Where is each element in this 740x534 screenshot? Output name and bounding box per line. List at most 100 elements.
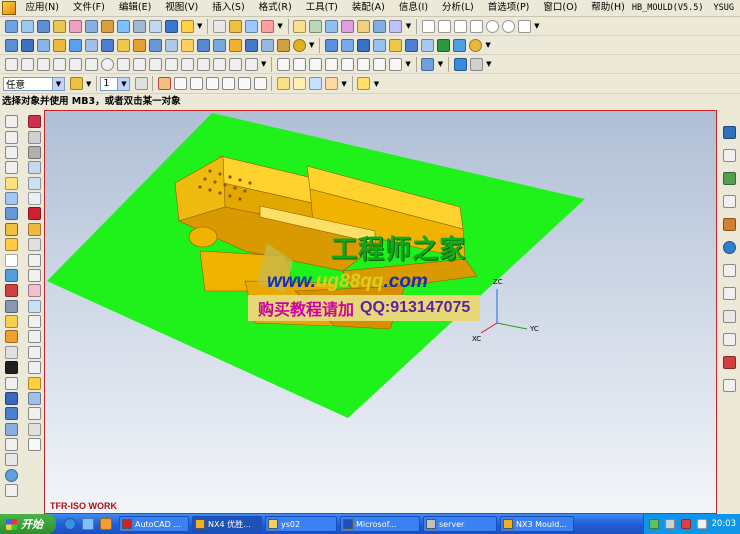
reuse-library-icon[interactable] xyxy=(723,172,736,185)
fillet-curve-icon[interactable] xyxy=(116,57,130,71)
section-icon[interactable] xyxy=(309,19,323,33)
rectangle-icon[interactable] xyxy=(84,57,98,71)
trim-curve-icon[interactable] xyxy=(148,57,162,71)
bridge-icon[interactable] xyxy=(373,19,387,33)
task-server[interactable]: server xyxy=(423,516,497,532)
lighting-icon[interactable] xyxy=(27,376,41,390)
bounded-plane-icon[interactable] xyxy=(68,19,82,33)
sphere-icon[interactable] xyxy=(292,38,306,52)
arc-icon[interactable] xyxy=(437,19,451,33)
rotate-icon[interactable] xyxy=(5,161,18,175)
plus-icon[interactable] xyxy=(517,19,531,33)
hd3d-icon[interactable] xyxy=(723,195,736,208)
system-scenes-icon[interactable] xyxy=(723,333,736,346)
law-curve-icon[interactable] xyxy=(212,57,226,71)
select-edge-icon[interactable] xyxy=(5,222,18,236)
ruled-icon[interactable] xyxy=(148,19,162,33)
update-icon[interactable] xyxy=(468,38,482,52)
ellipse-icon[interactable] xyxy=(100,57,114,71)
csys-icon[interactable] xyxy=(260,19,274,33)
chevron-down-icon[interactable]: ▼ xyxy=(309,41,314,49)
cylinder-icon[interactable] xyxy=(340,38,354,52)
globe-icon[interactable] xyxy=(5,468,18,482)
csys-constructor-icon[interactable] xyxy=(324,77,338,90)
menu-tools[interactable]: 工具(T) xyxy=(299,0,345,16)
subtract-icon[interactable] xyxy=(228,38,242,52)
hidden-edge-icon[interactable] xyxy=(27,284,41,298)
robot-icon[interactable] xyxy=(5,376,18,390)
shaded-icon[interactable] xyxy=(27,145,41,159)
text-icon[interactable] xyxy=(196,57,210,71)
snap-tangent-icon[interactable] xyxy=(388,57,402,71)
snap-existing-icon[interactable] xyxy=(356,57,370,71)
volume-icon[interactable] xyxy=(665,519,675,529)
zoom-icon[interactable] xyxy=(5,130,18,144)
extract-icon[interactable] xyxy=(293,19,307,33)
translucent-icon[interactable] xyxy=(27,299,41,313)
studio-icon[interactable] xyxy=(27,161,41,175)
surface-tool-icon[interactable] xyxy=(20,19,34,33)
point-constructor-icon[interactable] xyxy=(276,77,290,90)
red-cube-icon[interactable] xyxy=(27,207,41,221)
menu-analysis[interactable]: 分析(L) xyxy=(435,0,481,16)
intersection-icon[interactable] xyxy=(341,19,355,33)
curve-length-icon[interactable] xyxy=(228,57,242,71)
datum-axis-icon[interactable] xyxy=(244,19,258,33)
pan-icon[interactable] xyxy=(5,145,18,159)
work-layer-select[interactable]: 1 ▼ xyxy=(100,76,131,91)
combine-icon[interactable] xyxy=(357,19,371,33)
face-tool-icon[interactable] xyxy=(52,19,66,33)
pad-icon[interactable] xyxy=(84,38,98,52)
analysis-icon[interactable] xyxy=(5,268,18,282)
ime-icon[interactable] xyxy=(697,519,707,529)
menu-view[interactable]: 视图(V) xyxy=(158,0,205,16)
edge-color-icon[interactable] xyxy=(27,422,41,436)
restore-icon[interactable] xyxy=(27,361,41,375)
app-name[interactable]: HB_MOULD(V5.5) xyxy=(632,3,704,13)
block-icon[interactable] xyxy=(324,38,338,52)
snap-intersection-icon[interactable] xyxy=(340,57,354,71)
save-wcs-icon[interactable] xyxy=(237,77,251,90)
chevron-down-icon[interactable]: ▼ xyxy=(277,22,282,30)
select-filter-icon[interactable] xyxy=(69,77,83,90)
start-button[interactable]: 开始 xyxy=(0,514,56,534)
sew-icon[interactable] xyxy=(132,19,146,33)
sheet-tool-icon[interactable] xyxy=(36,19,50,33)
view-cube-icon[interactable] xyxy=(5,207,18,221)
pointer-icon[interactable] xyxy=(5,115,18,129)
menu-assemblies[interactable]: 装配(A) xyxy=(345,0,392,16)
layer-settings-icon[interactable] xyxy=(134,77,148,90)
hole-icon[interactable] xyxy=(36,38,50,52)
menu-application[interactable]: 应用(N) xyxy=(18,0,66,16)
arc-tool-icon[interactable] xyxy=(52,57,66,71)
menu-insert[interactable]: 插入(S) xyxy=(205,0,251,16)
snap-center-icon[interactable] xyxy=(308,57,322,71)
cooling-icon[interactable] xyxy=(5,422,18,436)
camera-icon[interactable] xyxy=(5,361,18,375)
snap-midpoint-icon[interactable] xyxy=(292,57,306,71)
sketch-icon[interactable] xyxy=(4,57,18,71)
mold-wizard-icon[interactable] xyxy=(5,391,18,405)
pocket-icon[interactable] xyxy=(68,38,82,52)
render-style-icon[interactable] xyxy=(453,57,467,71)
chamfer-curve-icon[interactable] xyxy=(132,57,146,71)
menu-information[interactable]: 信息(I) xyxy=(392,0,435,16)
task-nx4[interactable]: NX4 优胜... xyxy=(192,516,262,532)
unite-icon[interactable] xyxy=(212,38,226,52)
show-icon[interactable] xyxy=(5,315,18,329)
display-wcs-icon[interactable] xyxy=(253,77,267,90)
history-icon[interactable] xyxy=(723,241,736,254)
task-ys02[interactable]: ys02 xyxy=(265,516,337,532)
circle-icon[interactable] xyxy=(485,19,499,33)
chevron-down-icon[interactable]: ▼ xyxy=(197,22,202,30)
edit-feature-icon[interactable] xyxy=(436,38,450,52)
mirror-icon[interactable] xyxy=(196,38,210,52)
boss-icon[interactable] xyxy=(52,38,66,52)
chevron-down-icon[interactable]: ▼ xyxy=(261,60,266,68)
chevron-down-icon[interactable]: ▼ xyxy=(86,80,91,88)
pattern-icon[interactable] xyxy=(180,38,194,52)
chevron-down-icon[interactable]: ▼ xyxy=(485,41,490,49)
network-icon[interactable] xyxy=(649,519,659,529)
offset-curve-icon[interactable] xyxy=(164,57,178,71)
layer-icon[interactable] xyxy=(5,253,18,267)
